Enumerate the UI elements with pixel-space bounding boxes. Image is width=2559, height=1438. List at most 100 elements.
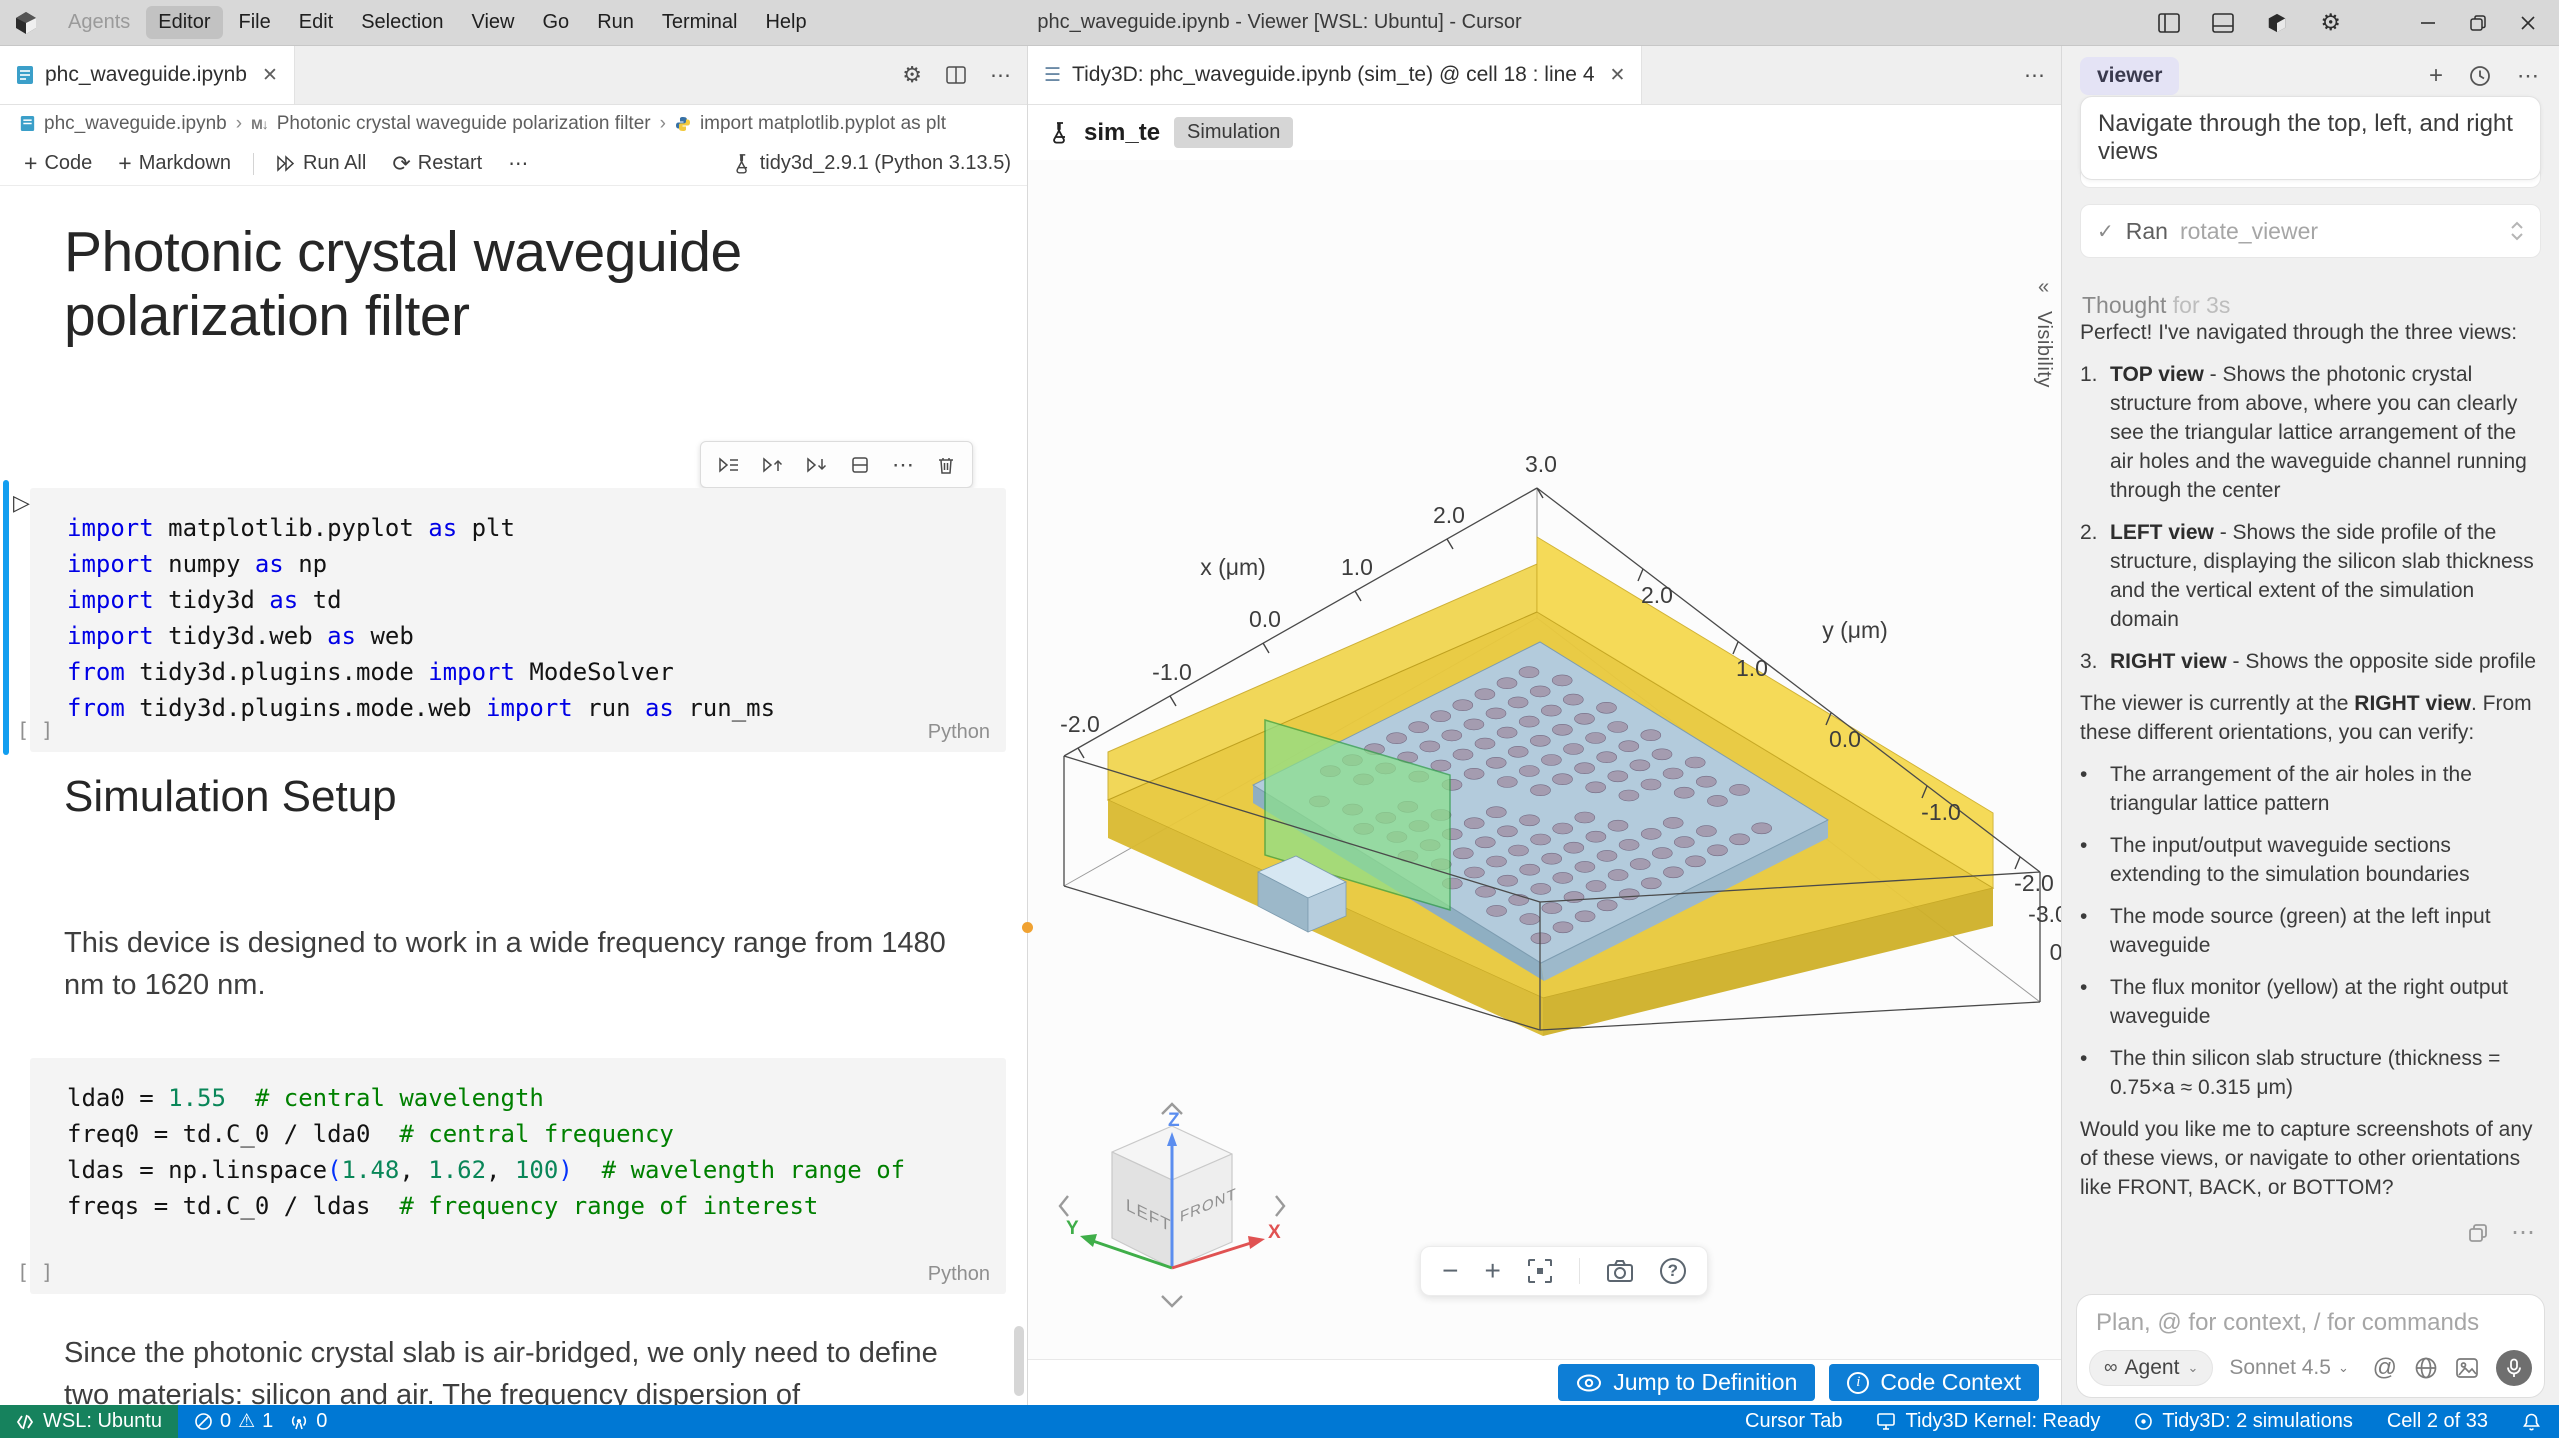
- markdown-paragraph: This device is designed to work in a wid…: [64, 922, 954, 1006]
- voice-mic-button[interactable]: [2496, 1350, 2532, 1386]
- cursor-cube-icon[interactable]: [2266, 12, 2288, 34]
- tab-close-icon[interactable]: ✕: [1610, 64, 1626, 87]
- tab-phc-waveguide[interactable]: phc_waveguide.ipynb ✕: [0, 46, 295, 104]
- viewer-more-actions-icon[interactable]: ⋯: [2024, 63, 2045, 88]
- cell-language-label[interactable]: Python: [928, 721, 990, 744]
- history-clock-icon[interactable]: [2469, 65, 2491, 87]
- notebook-content[interactable]: Photonic crystal waveguide polarization …: [0, 186, 1027, 1405]
- orbit-down-icon[interactable]: [1162, 1296, 1182, 1306]
- tidy3d-simulations-status[interactable]: Tidy3D: 2 simulations: [2134, 1410, 2352, 1433]
- orbit-left-icon[interactable]: [1060, 1196, 1068, 1216]
- breadcrumb-cell[interactable]: import matplotlib.pyplot as plt: [700, 113, 946, 135]
- zoom-in-icon[interactable]: +: [1485, 1257, 1501, 1285]
- code-context-button[interactable]: i Code Context: [1829, 1364, 2039, 1401]
- menu-go[interactable]: Go: [531, 6, 582, 39]
- cell-language-label[interactable]: Python: [928, 1263, 990, 1286]
- add-markdown-button[interactable]: +Markdown: [110, 152, 239, 175]
- markdown-icon: M↓: [251, 116, 268, 132]
- cell-code[interactable]: import matplotlib.pyplot as pltimport nu…: [67, 510, 775, 726]
- zoom-out-icon[interactable]: −: [1442, 1257, 1458, 1285]
- restart-button[interactable]: ⟳Restart: [384, 152, 490, 175]
- menu-editor[interactable]: Editor: [146, 6, 222, 39]
- message-more-icon[interactable]: ⋯: [2511, 1218, 2537, 1247]
- python-icon: [675, 116, 691, 132]
- kernel-status[interactable]: Tidy3D Kernel: Ready: [1876, 1410, 2100, 1433]
- cell-position-status[interactable]: Cell 2 of 33: [2387, 1410, 2488, 1433]
- orbit-right-icon[interactable]: [1276, 1196, 1284, 1216]
- toggle-panel-icon[interactable]: [2212, 13, 2234, 33]
- tab-label: phc_waveguide.ipynb: [45, 63, 247, 87]
- jump-to-definition-button[interactable]: Jump to Definition: [1558, 1364, 1815, 1401]
- user-message-bubble[interactable]: Navigate through the top, left, and righ…: [2080, 96, 2541, 180]
- scrollbar-thumb[interactable]: [1014, 1326, 1024, 1396]
- minimize-icon[interactable]: [2419, 14, 2437, 32]
- menu-view[interactable]: View: [460, 6, 527, 39]
- mention-icon[interactable]: @: [2373, 1354, 2397, 1382]
- close-icon[interactable]: [2519, 14, 2537, 32]
- execute-cell-above-icon[interactable]: [762, 455, 784, 475]
- cell-more-actions-icon[interactable]: ⋯: [892, 452, 915, 478]
- cursor-tab-status[interactable]: Cursor Tab: [1745, 1410, 1842, 1433]
- settings-gear-icon[interactable]: ⚙: [2320, 9, 2341, 36]
- mode-selector[interactable]: ∞ Agent ⌄: [2089, 1350, 2213, 1386]
- menu-terminal[interactable]: Terminal: [650, 6, 750, 39]
- breadcrumb-section[interactable]: Photonic crystal waveguide polarization …: [277, 113, 651, 135]
- model-selector[interactable]: Sonnet 4.5 ⌄: [2229, 1356, 2349, 1380]
- execute-above-icon[interactable]: [718, 455, 740, 475]
- chat-more-actions-icon[interactable]: ⋯: [2517, 63, 2541, 89]
- breadcrumb: phc_waveguide.ipynb › M↓ Photonic crysta…: [0, 105, 1027, 142]
- web-globe-icon[interactable]: [2414, 1356, 2438, 1380]
- navigation-cube[interactable]: LEFT FRONT Z Y X: [1056, 1098, 1288, 1328]
- copy-icon[interactable]: [2467, 1222, 2489, 1244]
- ports-indicator[interactable]: 0: [289, 1410, 327, 1433]
- editor-tab-strip: phc_waveguide.ipynb ✕ ⚙ ⋯: [0, 46, 1027, 105]
- menu-file[interactable]: File: [227, 6, 283, 39]
- chat-input-box[interactable]: Plan, @ for context, / for commands ∞ Ag…: [2076, 1294, 2545, 1398]
- menu-selection[interactable]: Selection: [349, 6, 455, 39]
- tool-call-card[interactable]: ✓ Ran rotate_viewer: [2080, 204, 2541, 258]
- notebook-settings-gear-icon[interactable]: ⚙: [902, 62, 922, 88]
- split-cell-icon[interactable]: [850, 455, 870, 475]
- toolbar-more-icon[interactable]: ⋯: [500, 151, 536, 176]
- y-axis-cube-label: Y: [1066, 1218, 1079, 1239]
- menu-run[interactable]: Run: [585, 6, 646, 39]
- menu-help[interactable]: Help: [753, 6, 818, 39]
- breadcrumb-file[interactable]: phc_waveguide.ipynb: [44, 113, 227, 135]
- attach-image-icon[interactable]: [2455, 1357, 2479, 1379]
- toggle-sidebar-icon[interactable]: [2158, 13, 2180, 33]
- visibility-side-tab[interactable]: « Visibility: [2032, 276, 2055, 388]
- add-code-button[interactable]: +Code: [16, 152, 100, 175]
- tab-close-icon[interactable]: ✕: [262, 64, 278, 87]
- remote-indicator[interactable]: WSL: Ubuntu: [0, 1405, 178, 1438]
- execute-cell-below-icon[interactable]: [806, 455, 828, 475]
- chat-tab-viewer[interactable]: viewer: [2080, 57, 2179, 95]
- notifications-bell-icon[interactable]: [2522, 1412, 2541, 1432]
- run-all-button[interactable]: Run All: [268, 152, 374, 175]
- collapse-panel-icon[interactable]: «: [2038, 276, 2049, 299]
- cell-background[interactable]: import matplotlib.pyplot as pltimport nu…: [30, 488, 1006, 752]
- menu-agents[interactable]: Agents: [56, 6, 142, 39]
- code-cell-imports[interactable]: ▷⌄ import matplotlib.pyplot as pltimport…: [0, 488, 1012, 752]
- simulation-type-badge: Simulation: [1174, 117, 1293, 148]
- cell-background[interactable]: lda0 = 1.55 # central wavelengthfreq0 = …: [30, 1058, 1006, 1294]
- viewer-canvas[interactable]: x (μm) y (μm) -2.0 -1.0 0.0 1.0 2.0 3.0 …: [1028, 160, 2061, 1359]
- expand-icon[interactable]: [2510, 221, 2524, 241]
- new-chat-icon[interactable]: +: [2429, 62, 2443, 90]
- menu-edit[interactable]: Edit: [287, 6, 345, 39]
- code-cell-parameters[interactable]: lda0 = 1.55 # central wavelengthfreq0 = …: [0, 1058, 1012, 1294]
- monitor-icon: [1876, 1412, 1896, 1431]
- chat-paragraph: The viewer is currently at the RIGHT vie…: [2080, 689, 2544, 747]
- problems-indicator[interactable]: 0 ⚠ 1: [194, 1410, 273, 1433]
- fit-view-icon[interactable]: [1527, 1258, 1553, 1284]
- editor-more-actions-icon[interactable]: ⋯: [990, 63, 1011, 88]
- split-editor-icon[interactable]: [946, 66, 966, 84]
- z-axis-tick: 0: [2050, 939, 2061, 965]
- kernel-selector[interactable]: tidy3d_2.9.1 (Python 3.13.5): [733, 152, 1011, 175]
- cell-code[interactable]: lda0 = 1.55 # central wavelengthfreq0 = …: [67, 1080, 905, 1224]
- screenshot-camera-icon[interactable]: [1606, 1259, 1634, 1283]
- tab-tidy3d-viewer[interactable]: ☰ Tidy3D: phc_waveguide.ipynb (sim_te) @…: [1028, 46, 1642, 104]
- thought-duration[interactable]: Thought for 3s: [2082, 292, 2230, 319]
- help-icon[interactable]: ?: [1660, 1258, 1686, 1284]
- delete-cell-icon[interactable]: [937, 455, 955, 475]
- restore-icon[interactable]: [2469, 14, 2487, 32]
